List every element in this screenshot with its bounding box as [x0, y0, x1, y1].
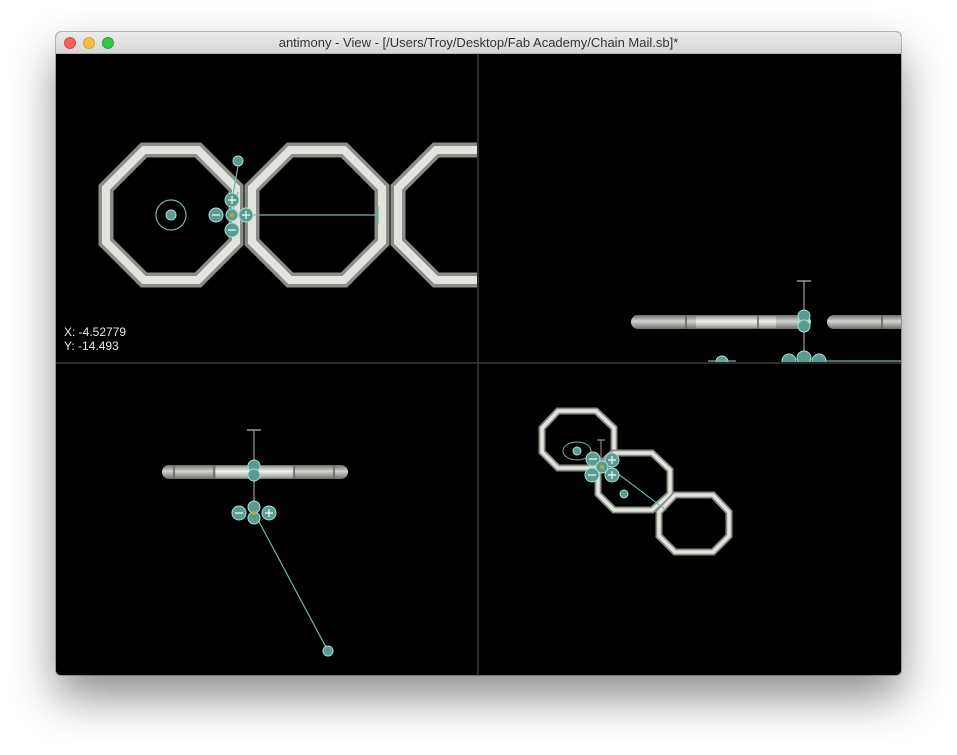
app-window: antimony - View - [/Users/Troy/Desktop/F… — [56, 32, 901, 675]
handle[interactable] — [715, 355, 729, 368]
center-point-handle[interactable] — [165, 209, 177, 221]
minus-icon[interactable] — [781, 353, 797, 368]
transform-handle-cluster[interactable] — [231, 500, 277, 525]
cursor-x-readout: X: -4.52779 — [64, 325, 127, 339]
top-handle[interactable] — [232, 155, 244, 167]
handle[interactable] — [619, 489, 629, 499]
plus-icon[interactable] — [811, 353, 827, 368]
perspective-view-pane[interactable] — [538, 407, 733, 556]
ring-bar-2[interactable] — [827, 315, 901, 329]
title-bar[interactable]: antimony - View - [/Users/Troy/Desktop/F… — [56, 32, 901, 54]
end-handle[interactable] — [322, 645, 334, 657]
cursor-y-readout: Y: -14.493 — [64, 339, 119, 353]
center-point-handle[interactable] — [572, 446, 582, 456]
handle[interactable] — [247, 468, 261, 482]
handle[interactable] — [797, 319, 811, 333]
quad-viewport[interactable]: X: -4.52779 Y: -14.493 — [56, 54, 901, 675]
scene-canvas[interactable] — [56, 54, 901, 675]
ring-3[interactable] — [655, 491, 733, 556]
side-view-pane[interactable] — [162, 429, 348, 657]
window-title: antimony - View - [/Users/Troy/Desktop/F… — [278, 35, 679, 50]
top-view-pane[interactable] — [98, 142, 528, 288]
ring-3[interactable] — [390, 142, 528, 288]
front-view-pane[interactable] — [631, 280, 901, 368]
